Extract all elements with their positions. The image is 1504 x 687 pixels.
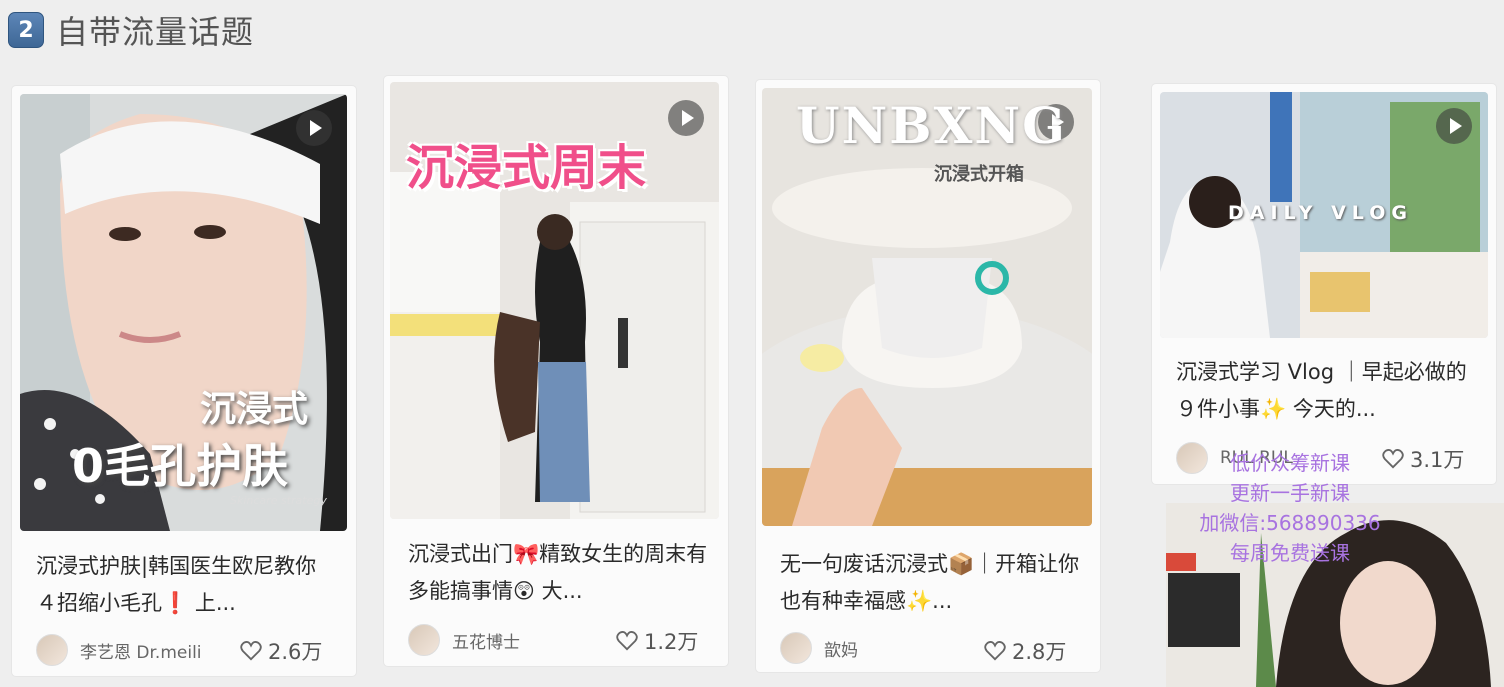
card-title[interactable]: 沉浸式学习 Vlog ｜早起必做的９件小事✨ 今天的... — [1176, 354, 1476, 428]
play-icon[interactable] — [296, 110, 332, 146]
cover-caption-line2: 0毛孔护肤 — [72, 439, 289, 493]
like-count[interactable]: 2.8万 — [984, 636, 1066, 666]
section-title: 自带流量话题 — [56, 13, 255, 51]
promo-line-2: 更新一手新课 — [1230, 481, 1350, 505]
author-name[interactable]: 李艺恩 Dr.meili — [80, 638, 202, 663]
note-card-1[interactable]: 沉浸式 0毛孔护肤 Skincare strategy 沉浸式护肤|韩国医生欧尼… — [12, 86, 356, 676]
author-avatar[interactable] — [780, 632, 812, 664]
promo-line-3: 加微信:568890336 — [1199, 511, 1381, 535]
cover-caption: DAILY VLOG — [1228, 202, 1413, 224]
heart-icon[interactable] — [984, 641, 1006, 661]
note-card-2[interactable]: 沉浸式周末 沉浸式出门🎀精致女生的周末有多能搞事情😲 大... 五花博士 1.2… — [384, 76, 728, 666]
author-row[interactable]: 歆妈 — [780, 632, 858, 664]
author-row[interactable]: 五花博士 — [408, 624, 520, 656]
note-card-3[interactable]: UNBXNG 沉浸式开箱 无一句废话沉浸式📦｜开箱让你也有种幸福感✨... 歆妈… — [756, 80, 1100, 672]
card-cover-image[interactable]: DAILY VLOG — [1160, 92, 1488, 338]
card-title[interactable]: 无一句废话沉浸式📦｜开箱让你也有种幸福感✨... — [780, 546, 1080, 620]
note-card-4[interactable]: DAILY VLOG 沉浸式学习 Vlog ｜早起必做的９件小事✨ 今天的...… — [1152, 84, 1496, 484]
promo-line-1: 低价众筹新课 — [1230, 451, 1350, 475]
section-header: 2 自带流量话题 — [8, 8, 254, 52]
play-icon[interactable] — [1436, 108, 1472, 144]
like-count[interactable]: 2.6万 — [240, 636, 322, 666]
cover-caption-sub: 沉浸式开箱 — [934, 164, 1024, 185]
card-title[interactable]: 沉浸式护肤|韩国医生欧尼教你４招缩小毛孔❗ 上... — [36, 548, 336, 622]
promo-line-4: 每周免费送课 — [1230, 541, 1350, 565]
author-avatar[interactable] — [408, 624, 440, 656]
card-cover-image[interactable]: 沉浸式周末 — [390, 82, 719, 519]
cover-caption-line1: 沉浸式 — [200, 389, 309, 430]
promo-watermark: 低价众筹新课 更新一手新课 加微信:568890336 每周免费送课 — [1178, 448, 1402, 568]
like-number: 2.6万 — [268, 640, 323, 664]
like-count[interactable]: 1.2万 — [616, 626, 698, 656]
like-number: 2.8万 — [1012, 640, 1067, 664]
card-cover-image[interactable]: 沉浸式 0毛孔护肤 Skincare strategy — [20, 94, 347, 531]
heart-icon[interactable] — [616, 631, 638, 651]
card-title[interactable]: 沉浸式出门🎀精致女生的周末有多能搞事情😲 大... — [408, 536, 708, 610]
author-name[interactable]: 五花博士 — [452, 628, 520, 653]
cover-caption: 沉浸式周末 — [406, 140, 647, 196]
heart-icon[interactable] — [240, 641, 262, 661]
cover-caption-small: Skincare strategy — [230, 494, 327, 507]
like-number: 3.1万 — [1410, 448, 1465, 472]
author-avatar[interactable] — [36, 634, 68, 666]
section-number-badge: 2 — [8, 12, 44, 48]
like-number: 1.2万 — [644, 630, 699, 654]
author-row[interactable]: 李艺恩 Dr.meili — [36, 634, 202, 666]
card-cover-image[interactable]: UNBXNG 沉浸式开箱 — [762, 88, 1092, 526]
cover-caption-title: UNBXNG — [796, 96, 1067, 155]
author-name[interactable]: 歆妈 — [824, 636, 858, 661]
play-icon[interactable] — [668, 100, 704, 136]
